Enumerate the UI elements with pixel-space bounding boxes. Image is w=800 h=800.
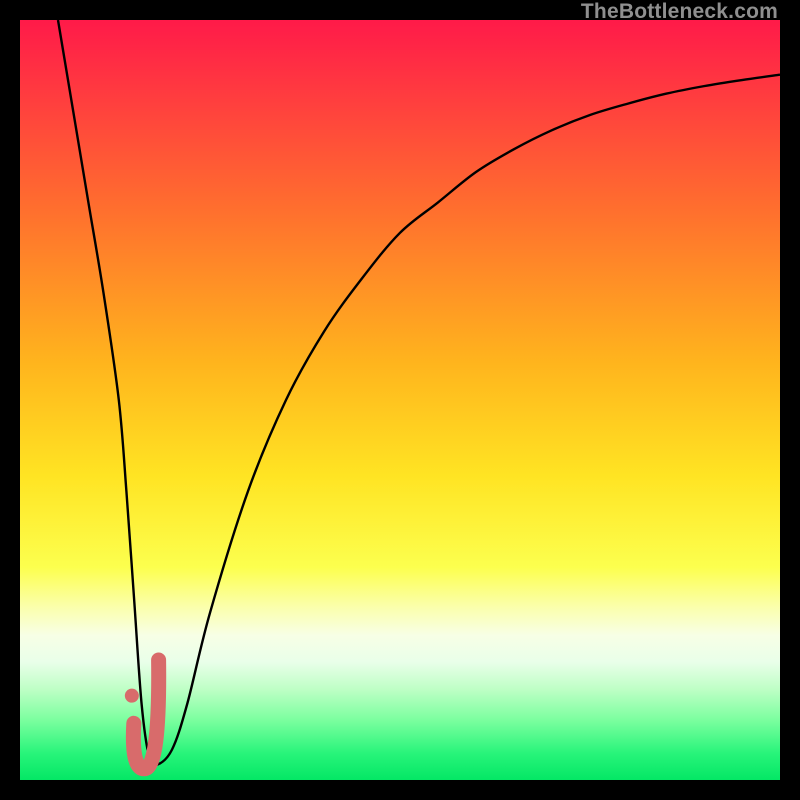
watermark-text: TheBottleneck.com (581, 0, 778, 24)
bottleneck-curve (58, 20, 780, 766)
chart-svg (20, 20, 780, 780)
outer-frame: TheBottleneck.com (0, 0, 800, 800)
plot-area (20, 20, 780, 780)
